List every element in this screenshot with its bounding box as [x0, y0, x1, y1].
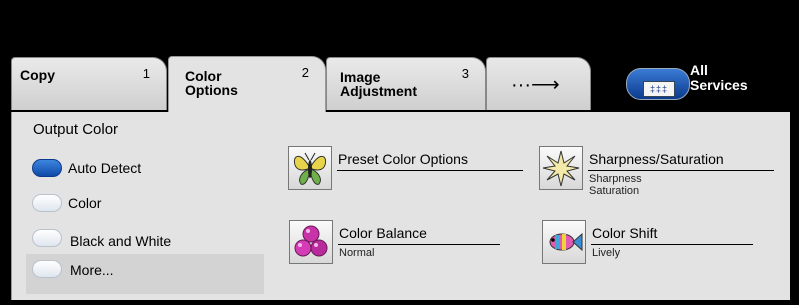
- balance-underline: [338, 244, 500, 245]
- preset-color-options-button[interactable]: Preset Color Options: [288, 146, 528, 190]
- option-more-label: More...: [70, 262, 114, 278]
- tab-copy[interactable]: Copy 1: [11, 57, 167, 110]
- shift-underline: [591, 244, 753, 245]
- sharpness-saturation-subtitle: Sharpness Saturation: [589, 173, 642, 197]
- services-grid-icon: ‡‡‡: [643, 81, 675, 97]
- option-more[interactable]: More...: [32, 258, 272, 284]
- output-color-title: Output Color: [33, 121, 119, 138]
- starburst-icon: [539, 146, 583, 190]
- color-shift-title: Color Shift: [592, 225, 658, 241]
- all-services-button[interactable]: ‡‡‡ All Services: [626, 62, 766, 100]
- option-color-label: Color: [68, 195, 102, 211]
- radio-unselected-icon: [32, 194, 62, 212]
- option-black-and-white-label: Black and White: [70, 233, 172, 249]
- all-services-label: All Services: [690, 62, 748, 93]
- color-balls-icon: [289, 220, 333, 264]
- option-color[interactable]: Color: [32, 192, 272, 218]
- color-shift-button[interactable]: Color Shift Lively: [542, 220, 782, 264]
- sharpness-saturation-button[interactable]: Sharpness/Saturation Sharpness Saturatio…: [539, 146, 779, 197]
- option-black-and-white[interactable]: Black and White: [32, 227, 272, 253]
- sharpness-saturation-title: Sharpness/Saturation: [589, 151, 724, 167]
- more-tabs-arrow-icon: ···⟶: [511, 74, 560, 96]
- color-balance-title: Color Balance: [339, 225, 427, 241]
- sharpness-underline: [588, 170, 774, 171]
- tab-copy-label: Copy: [20, 67, 55, 83]
- option-auto-detect[interactable]: Auto Detect: [32, 157, 272, 183]
- color-balance-button[interactable]: Color Balance Normal: [289, 220, 529, 264]
- tab-image-adjustment-number: 3: [461, 66, 469, 81]
- radio-unselected-icon: [32, 260, 62, 278]
- color-options-panel: Output Color Auto Detect Color Black and…: [11, 112, 790, 300]
- tab-image-adjustment[interactable]: Image Adjustment 3: [326, 57, 486, 110]
- radio-selected-icon: [32, 159, 62, 177]
- tab-copy-number: 1: [142, 66, 150, 81]
- tab-color-options-number: 2: [301, 65, 309, 80]
- color-shift-subtitle: Lively: [592, 247, 621, 259]
- tab-image-adjustment-label: Image Adjustment: [340, 69, 417, 99]
- tab-color-options-label: Color Options: [185, 68, 238, 98]
- tab-color-options[interactable]: Color Options 2: [168, 56, 326, 112]
- radio-unselected-icon: [32, 229, 62, 247]
- preset-underline: [337, 170, 523, 171]
- fish-icon: [542, 220, 586, 264]
- preset-color-options-title: Preset Color Options: [338, 151, 468, 167]
- tab-more-arrow[interactable]: ···⟶: [486, 57, 591, 110]
- color-balance-subtitle: Normal: [339, 247, 375, 259]
- option-auto-detect-label: Auto Detect: [68, 160, 142, 176]
- butterfly-icon: [288, 146, 332, 190]
- all-services-icon: ‡‡‡: [626, 68, 690, 100]
